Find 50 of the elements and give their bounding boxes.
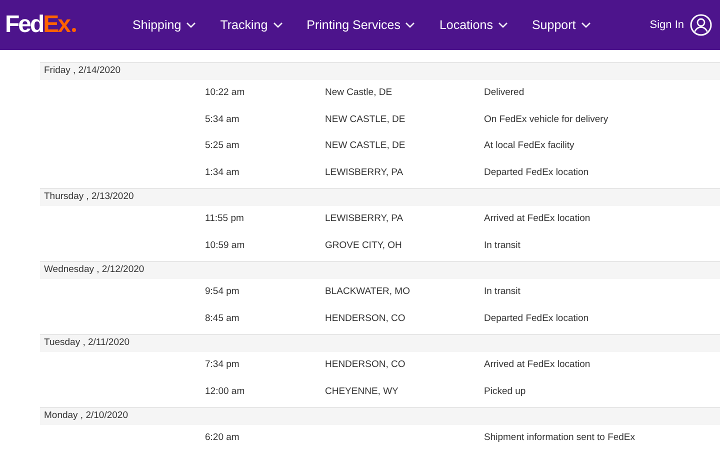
chevron-down-icon (186, 22, 196, 28)
time-text: 7:34 pm (205, 359, 240, 370)
status-text: In transit (484, 286, 520, 298)
nav-menu-button[interactable]: Locations (439, 16, 508, 34)
chevron-down-icon (580, 22, 591, 28)
status-text: Arrived at FedEx location (484, 359, 590, 370)
location-text: NEW CASTLE, DE (325, 140, 406, 152)
location-text: HENDERSON, CO (325, 312, 406, 324)
time-text: 10:59 am (205, 240, 245, 251)
nav-menu-button[interactable]: Tracking (220, 16, 283, 34)
status-text: Shipment information sent to FedEx (484, 432, 636, 444)
location-text: LEWISBERRY, PA (325, 213, 404, 224)
status-text: Arrived at FedEx location (484, 213, 590, 224)
time-text: 10:22 am (205, 87, 245, 98)
time-text: 1:34 am (205, 166, 240, 178)
date-label: Friday , 2/14/2020 (44, 64, 121, 78)
status-text: Departed FedEx location (484, 312, 589, 324)
sign-in-link[interactable]: Sign In (650, 16, 684, 34)
status-text: Picked up (484, 386, 526, 397)
date-label: Wednesday , 2/12/2020 (44, 263, 144, 278)
date-label: Monday , 2/10/2020 (44, 409, 128, 424)
location-text: LEWISBERRY, PA (325, 166, 404, 178)
location-text: NEW CASTLE, DE (325, 114, 406, 125)
status-text: On FedEx vehicle for delivery (484, 114, 608, 125)
chevron-down-icon (272, 22, 283, 28)
time-text: 8:45 am (205, 312, 240, 324)
date-label: Tuesday , 2/11/2020 (44, 336, 130, 350)
location-text: BLACKWATER, MO (325, 286, 410, 298)
time-text: 5:25 am (205, 140, 240, 152)
status-text: Departed FedEx location (484, 166, 589, 178)
user-icon[interactable] (690, 14, 712, 36)
location-text: New Castle, DE (325, 87, 392, 98)
nav-menu-button[interactable]: Support (532, 16, 591, 34)
date-label: Thursday , 2/13/2020 (44, 190, 134, 204)
location-text: GROVE CITY, OH (325, 240, 402, 251)
time-text: 11:55 pm (205, 213, 244, 224)
status-text: In transit (484, 240, 520, 251)
time-text: 9:54 pm (205, 286, 240, 298)
fedex-logo[interactable]: FedEx (5, 13, 76, 37)
time-text: 12:00 am (205, 386, 245, 397)
chevron-down-icon (405, 22, 416, 28)
nav-menu-button[interactable]: Printing Services (306, 16, 416, 34)
nav-menu-button[interactable]: Shipping (132, 16, 196, 34)
location-text: CHEYENNE, WY (325, 386, 398, 397)
status-text: Delivered (484, 87, 524, 98)
time-text: 5:34 am (205, 114, 240, 125)
time-text: 6:20 am (205, 432, 240, 444)
status-text: At local FedEx facility (484, 140, 574, 152)
chevron-down-icon (498, 22, 508, 28)
location-text: HENDERSON, CO (325, 359, 406, 370)
